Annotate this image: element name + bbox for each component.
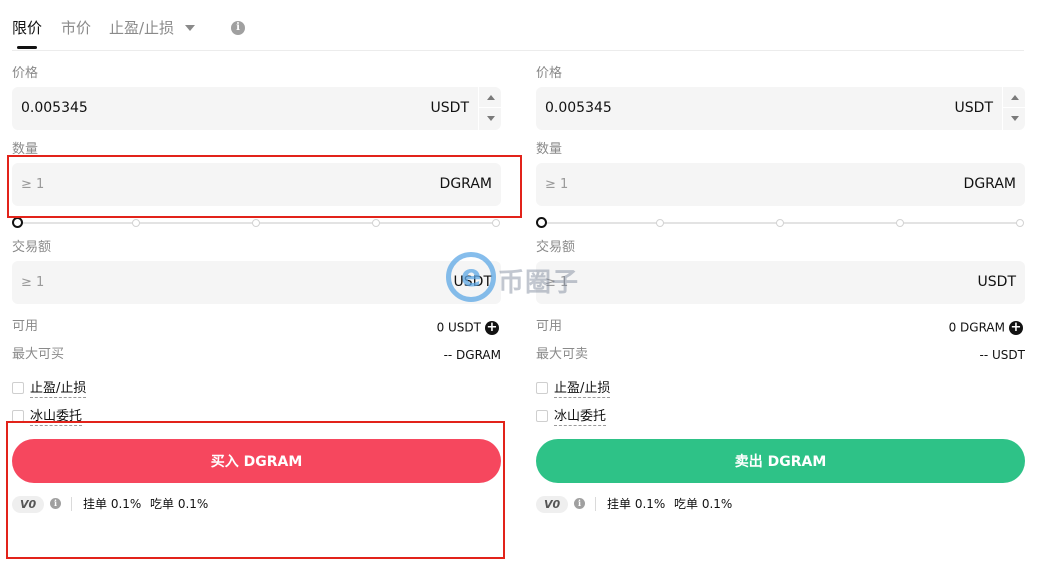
plus-circle-icon[interactable]: + [1009, 320, 1023, 335]
sell-fee-row: V0 i 挂单 0.1% 吃单 0.1% [536, 495, 1025, 513]
buy-amount-unit: DGRAM [439, 176, 492, 192]
buy-price-label: 价格 [12, 66, 39, 81]
sell-amount-placeholder: ≥ 1 [545, 177, 569, 192]
buy-price-stepper [478, 87, 502, 130]
sell-form: 价格 0.005345 USDT 数量 ≥ 1 DGRAM 交易额 ≥ 1 US… [536, 0, 1026, 562]
buy-price-unit: USDT [430, 100, 469, 116]
info-icon[interactable]: i [50, 498, 61, 509]
fee-divider [595, 497, 596, 511]
taker-fee: 吃单 0.1% [674, 497, 733, 511]
buy-price-decrement-button[interactable] [479, 109, 502, 130]
slider-mark-100[interactable] [492, 219, 500, 227]
vip-level-badge: V0 [12, 496, 45, 513]
sell-amount-unit: DGRAM [963, 176, 1016, 192]
sell-price-stepper [1002, 87, 1026, 130]
plus-circle-icon[interactable]: + [485, 320, 499, 335]
slider-handle[interactable] [536, 217, 547, 228]
sell-tpsl-checkbox[interactable] [536, 382, 548, 394]
sell-iceberg-checkbox[interactable] [536, 410, 548, 422]
slider-handle[interactable] [12, 217, 23, 228]
vip-level-badge: V0 [536, 496, 569, 513]
sell-max-label: 最大可卖 [536, 347, 589, 362]
sell-price-label: 价格 [536, 66, 563, 81]
buy-available-label: 可用 [12, 319, 39, 334]
slider-mark-75[interactable] [896, 219, 904, 227]
slider-mark-50[interactable] [776, 219, 784, 227]
sell-total-placeholder: ≥ 1 [545, 275, 569, 290]
buy-tpsl-checkbox-label: 止盈/止损 [30, 381, 87, 398]
buy-amount-input[interactable]: ≥ 1 DGRAM [12, 163, 501, 206]
buy-total-placeholder: ≥ 1 [21, 275, 45, 290]
buy-max-value: -- DGRAM [443, 348, 501, 362]
slider-mark-75[interactable] [372, 219, 380, 227]
buy-amount-slider[interactable] [12, 217, 501, 228]
sell-iceberg-checkbox-label: 冰山委托 [554, 409, 607, 426]
buy-available-value: 0 USDT [436, 320, 481, 335]
buy-available-row: 0 USDT + [437, 319, 499, 336]
sell-max-value: -- USDT [979, 348, 1025, 362]
sell-total-unit: USDT [977, 274, 1016, 290]
sell-total-input[interactable]: ≥ 1 USDT [536, 261, 1025, 304]
slider-mark-25[interactable] [656, 219, 664, 227]
maker-fee: 挂单 0.1% [83, 497, 142, 511]
buy-price-value: 0.005345 [21, 100, 88, 116]
sell-button[interactable]: 卖出 DGRAM [536, 439, 1025, 483]
slider-mark-100[interactable] [1016, 219, 1024, 227]
buy-amount-placeholder: ≥ 1 [21, 177, 45, 192]
sell-price-decrement-button[interactable] [1003, 109, 1026, 130]
buy-iceberg-checkbox[interactable] [12, 410, 24, 422]
buy-tpsl-checkbox[interactable] [12, 382, 24, 394]
maker-fee: 挂单 0.1% [607, 497, 666, 511]
slider-mark-25[interactable] [132, 219, 140, 227]
sell-price-value: 0.005345 [545, 100, 612, 116]
buy-max-label: 最大可买 [12, 347, 65, 362]
buy-total-unit: USDT [453, 274, 492, 290]
sell-price-input[interactable]: 0.005345 USDT [536, 87, 1026, 130]
buy-total-label: 交易额 [12, 240, 52, 255]
sell-tpsl-checkbox-label: 止盈/止损 [554, 381, 611, 398]
sell-price-increment-button[interactable] [1003, 87, 1026, 108]
sell-price-unit: USDT [954, 100, 993, 116]
sell-amount-input[interactable]: ≥ 1 DGRAM [536, 163, 1025, 206]
info-icon[interactable]: i [574, 498, 585, 509]
sell-amount-slider[interactable] [536, 217, 1025, 228]
sell-total-label: 交易额 [536, 240, 576, 255]
buy-form: 价格 0.005345 USDT 数量 ≥ 1 DGRAM 交易额 ≥ 1 US… [12, 0, 502, 562]
buy-price-input[interactable]: 0.005345 USDT [12, 87, 502, 130]
fee-divider [71, 497, 72, 511]
sell-available-label: 可用 [536, 319, 563, 334]
buy-amount-label: 数量 [12, 142, 39, 157]
buy-fee-row: V0 i 挂单 0.1% 吃单 0.1% [12, 495, 501, 513]
sell-available-row: 0 DGRAM + [949, 319, 1023, 336]
sell-available-value: 0 DGRAM [948, 320, 1005, 335]
buy-iceberg-checkbox-label: 冰山委托 [30, 409, 83, 426]
slider-mark-50[interactable] [252, 219, 260, 227]
sell-amount-label: 数量 [536, 142, 563, 157]
buy-total-input[interactable]: ≥ 1 USDT [12, 261, 501, 304]
buy-button[interactable]: 买入 DGRAM [12, 439, 501, 483]
taker-fee: 吃单 0.1% [150, 497, 209, 511]
buy-price-increment-button[interactable] [479, 87, 502, 108]
